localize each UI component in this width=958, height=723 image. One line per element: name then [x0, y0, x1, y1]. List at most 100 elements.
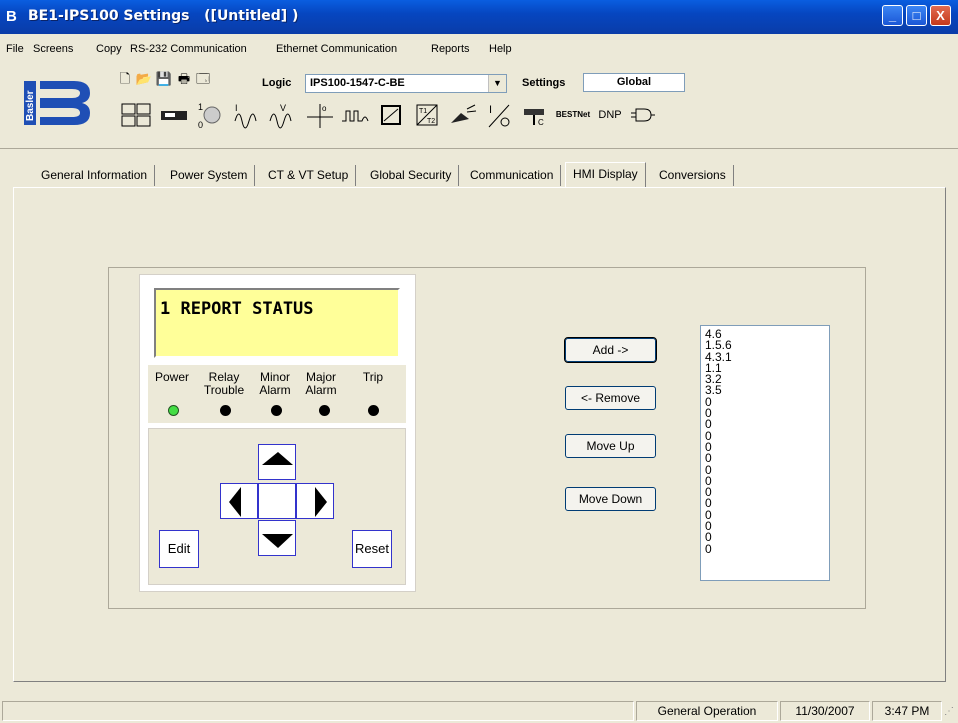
print-icon[interactable]: 🖶: [174, 70, 194, 88]
io-logic-icon[interactable]: I: [482, 100, 516, 130]
status-date: 11/30/2007: [780, 701, 870, 721]
list-item[interactable]: 0: [705, 441, 829, 453]
center-button[interactable]: [258, 483, 296, 519]
bestnet-button[interactable]: BESTNet: [553, 100, 593, 130]
tab-power-system[interactable]: Power System: [163, 165, 256, 186]
menu-screens[interactable]: Screens: [33, 43, 73, 55]
add-button[interactable]: Add ->: [564, 337, 657, 363]
svg-text:0: 0: [198, 120, 203, 129]
list-item[interactable]: 0: [705, 475, 829, 487]
hmi-keypad: Edit Reset: [148, 428, 406, 585]
minimize-button[interactable]: _: [882, 5, 903, 26]
pulse-icon[interactable]: [338, 100, 372, 130]
phasor-icon[interactable]: o: [302, 100, 336, 130]
timer-t1-t2-icon[interactable]: T1 T2: [410, 100, 444, 130]
scroll-screen-list[interactable]: 4.6 1.5.6 4.3.1 1.1 3.2 3.5 0 0 0 0 0 0 …: [700, 325, 830, 581]
gate-icon[interactable]: [627, 100, 657, 130]
relay-trouble-led: [220, 405, 231, 416]
status-message-panel: [2, 701, 634, 721]
list-item[interactable]: 0: [705, 463, 829, 476]
list-item[interactable]: 0: [705, 520, 829, 532]
voltage-waveform-icon[interactable]: V: [265, 100, 299, 130]
resize-grip-icon[interactable]: ⋰: [944, 706, 956, 720]
tab-ct-vt-setup[interactable]: CT & VT Setup: [261, 165, 357, 186]
menu-help[interactable]: Help: [489, 43, 512, 55]
list-item[interactable]: 0: [705, 430, 829, 442]
left-arrow-button[interactable]: [220, 483, 258, 519]
list-item[interactable]: 0: [705, 497, 829, 509]
list-item[interactable]: 1.1: [705, 362, 829, 374]
move-up-button[interactable]: Move Up: [565, 434, 656, 458]
chevron-down-icon[interactable]: ▼: [488, 75, 506, 92]
led-label-power: Power: [154, 370, 189, 384]
logic-block-icon[interactable]: [374, 100, 408, 130]
svg-text:I: I: [489, 104, 492, 116]
maximize-button[interactable]: □: [906, 5, 927, 26]
tab-global-security[interactable]: Global Security: [363, 165, 460, 186]
status-time: 3:47 PM: [872, 701, 942, 721]
tab-strip: General Information Power System CT & VT…: [0, 160, 958, 188]
window-title: BE1-IPS100 Settings ([Untitled] ): [28, 8, 299, 24]
minor-alarm-led: [271, 405, 282, 416]
list-item[interactable]: 0: [705, 396, 829, 408]
list-item[interactable]: 0: [705, 531, 829, 543]
up-arrow-button[interactable]: [258, 444, 296, 480]
tab-communication[interactable]: Communication: [463, 165, 562, 186]
menu-rs232[interactable]: RS-232 Communication: [130, 43, 247, 55]
list-item[interactable]: 4.3.1: [705, 350, 829, 363]
title-bar: B BE1-IPS100 Settings ([Untitled] ) _ □ …: [0, 0, 958, 34]
menu-copy[interactable]: Copy: [96, 43, 122, 55]
status-mode: General Operation: [636, 701, 778, 721]
edit-button[interactable]: Edit: [159, 530, 199, 568]
power-led: [168, 405, 179, 416]
dnp-button[interactable]: DNP: [595, 100, 625, 130]
list-item[interactable]: 0: [705, 509, 829, 521]
list-item[interactable]: 3.5: [705, 384, 829, 396]
svg-text:I: I: [235, 103, 238, 113]
led-indicators: Power Relay Trouble Minor Alarm Major Al…: [148, 365, 406, 423]
tc-monitor-icon[interactable]: C: [518, 100, 552, 130]
down-arrow-button[interactable]: [258, 520, 296, 556]
remove-button[interactable]: <- Remove: [565, 386, 656, 410]
tab-general-information[interactable]: General Information: [34, 165, 156, 186]
menu-file[interactable]: File: [6, 43, 24, 55]
svg-text:V: V: [280, 103, 286, 113]
led-label-trip: Trip: [362, 370, 384, 384]
list-item[interactable]: 0: [705, 407, 829, 419]
lcd-display: 1 REPORT STATUS: [154, 288, 400, 358]
front-panel-icon[interactable]: [118, 100, 154, 130]
save-icon[interactable]: 💾: [154, 70, 174, 88]
settings-group-field[interactable]: Global: [583, 73, 685, 92]
list-item[interactable]: 3.2: [705, 373, 829, 385]
list-item[interactable]: 0: [705, 542, 829, 555]
menu-reports[interactable]: Reports: [431, 43, 470, 55]
list-item[interactable]: 0: [705, 486, 829, 498]
basler-logo: Basler: [24, 75, 94, 131]
current-waveform-icon[interactable]: I: [230, 100, 264, 130]
menu-ethernet[interactable]: Ethernet Communication: [276, 43, 397, 55]
app-icon: B: [6, 8, 17, 25]
tab-hmi-display[interactable]: HMI Display: [565, 162, 646, 187]
logic-dropdown[interactable]: IPS100-1547-C-BE ▼: [305, 74, 507, 93]
open-folder-icon[interactable]: 📂: [134, 70, 154, 88]
tab-conversions[interactable]: Conversions: [652, 165, 734, 186]
list-item[interactable]: 0: [705, 452, 829, 464]
svg-text:Basler: Basler: [25, 90, 36, 121]
reset-button[interactable]: Reset: [352, 530, 392, 568]
toolbar: Basler 🗋 📂 💾 🖶 🗔 Logic IPS100-1547-C-BE …: [0, 62, 958, 149]
fault-recorder-icon[interactable]: [446, 100, 480, 130]
relay-module-icon[interactable]: [157, 100, 191, 130]
svg-text:1: 1: [198, 102, 203, 112]
move-down-button[interactable]: Move Down: [565, 487, 656, 511]
svg-text:T2: T2: [427, 118, 435, 125]
right-arrow-button[interactable]: [296, 483, 334, 519]
properties-icon[interactable]: 🗔: [193, 70, 213, 88]
svg-text:T1: T1: [419, 108, 427, 115]
svg-text:o: o: [322, 104, 327, 113]
list-item[interactable]: 0: [705, 418, 829, 430]
settings-label: Settings: [522, 77, 566, 89]
led-label-minor-alarm: Minor Alarm: [259, 370, 291, 397]
breaker-icon[interactable]: 10: [193, 100, 227, 130]
new-file-icon[interactable]: 🗋: [115, 70, 135, 88]
close-button[interactable]: X: [930, 5, 951, 26]
